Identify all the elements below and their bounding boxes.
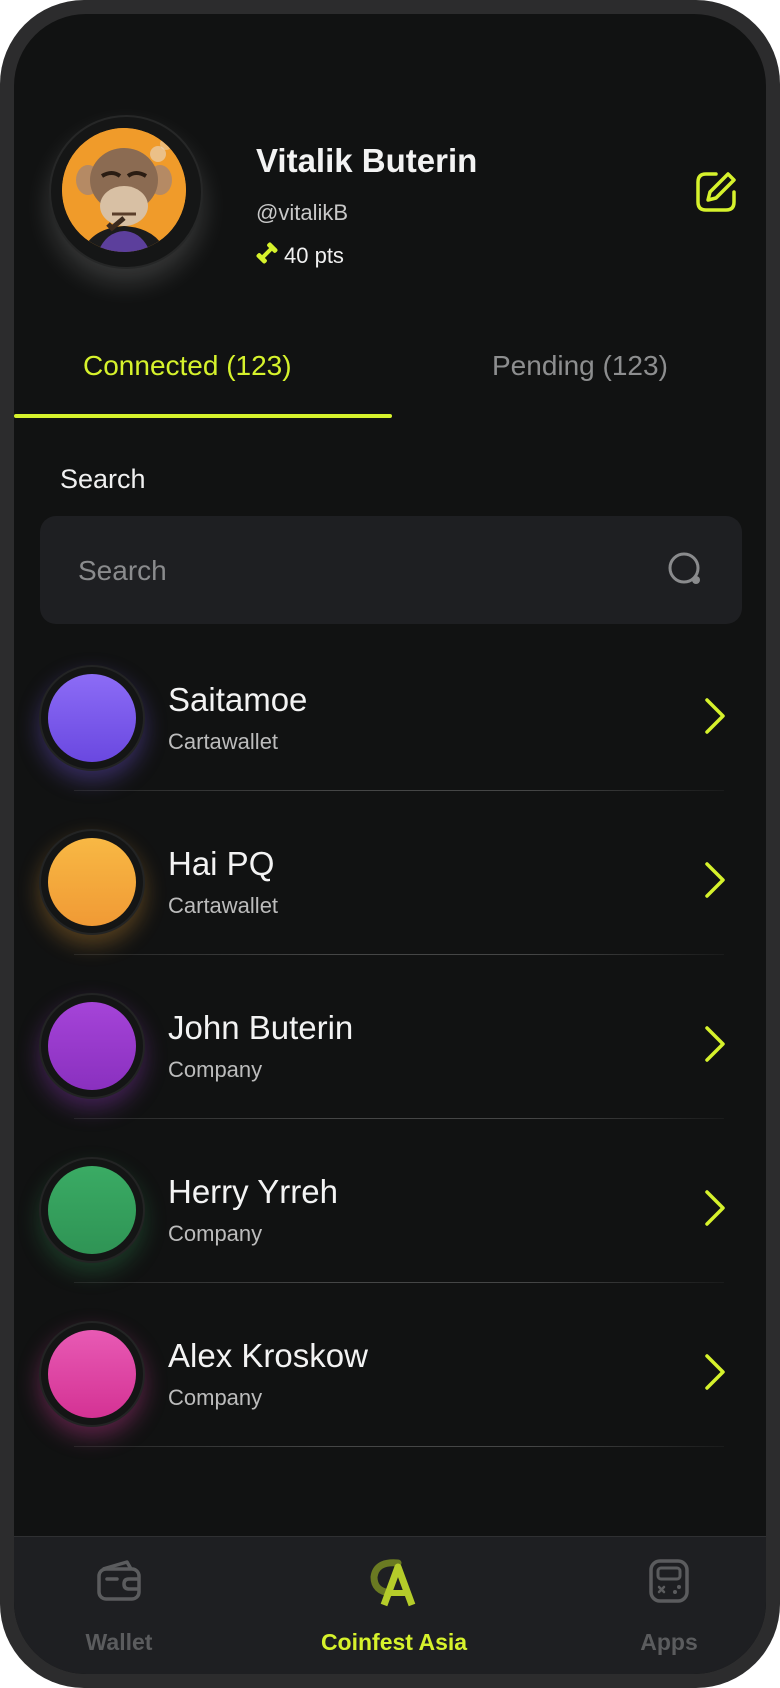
contact-company: Cartawallet <box>168 729 279 754</box>
contact-company: Company <box>168 1385 263 1410</box>
profile-name: Vitalik Buterin <box>256 142 478 179</box>
divider <box>74 1118 724 1119</box>
app-screen: Vitalik Buterin @vitalikB 40 pts Connect… <box>14 14 766 1674</box>
nav-apps[interactable]: Apps <box>594 1537 744 1674</box>
chevron-right-icon[interactable] <box>704 1353 726 1396</box>
contact-row-hai-pq[interactable]: Hai PQ Cartawallet <box>14 809 766 973</box>
contact-row-herry-yrreh[interactable]: Herry Yrreh Company <box>14 1137 766 1301</box>
contact-name: Alex Kroskow <box>168 1337 368 1374</box>
device-frame: Vitalik Buterin @vitalikB 40 pts Connect… <box>0 0 780 1688</box>
contact-name: John Buterin <box>168 1009 354 1046</box>
contact-avatar <box>39 1157 145 1263</box>
contact-avatar-dot <box>48 838 136 926</box>
wallet-icon <box>95 1557 143 1610</box>
points-display: 40 pts <box>254 240 344 272</box>
bottom-nav: Wallet Coinfest Asia Apps <box>14 1536 766 1674</box>
search-input[interactable] <box>76 546 640 596</box>
chevron-right-icon[interactable] <box>704 1189 726 1232</box>
search-icon[interactable] <box>666 550 706 595</box>
points-value: 40 pts <box>284 243 344 268</box>
chevron-right-icon[interactable] <box>704 861 726 904</box>
nav-coinfest-label: Coinfest Asia <box>320 1629 468 1655</box>
search-label: Search <box>60 464 146 494</box>
profile-handle: @vitalikB <box>256 200 349 225</box>
nav-wallet[interactable]: Wallet <box>44 1537 194 1674</box>
contact-name: Hai PQ <box>168 845 275 882</box>
contact-avatar-dot <box>48 674 136 762</box>
ape-avatar-icon <box>62 128 186 252</box>
coinfest-logo-icon <box>368 1557 420 1612</box>
divider <box>74 1282 724 1283</box>
tab-connected[interactable]: Connected (123) <box>83 350 292 382</box>
contact-avatar <box>39 665 145 771</box>
profile-avatar[interactable] <box>49 115 203 269</box>
search-bar <box>40 516 742 624</box>
active-tab-indicator <box>14 414 392 418</box>
contact-avatar-dot <box>48 1330 136 1418</box>
nav-wallet-label: Wallet <box>85 1629 153 1655</box>
contact-row-saitamoe[interactable]: Saitamoe Cartawallet <box>14 645 766 809</box>
contact-row-john-buterin[interactable]: John Buterin Company <box>14 973 766 1137</box>
contact-avatar <box>39 829 145 935</box>
chevron-right-icon[interactable] <box>704 697 726 740</box>
nav-apps-label: Apps <box>640 1629 698 1655</box>
contact-row-alex-kroskow[interactable]: Alex Kroskow Company <box>14 1301 766 1465</box>
dumbbell-icon <box>254 240 284 272</box>
contact-avatar <box>39 1321 145 1427</box>
contact-company: Cartawallet <box>168 893 279 918</box>
edit-icon <box>696 172 736 212</box>
divider <box>74 1446 724 1447</box>
contact-company: Company <box>168 1057 263 1082</box>
contact-company: Company <box>168 1221 263 1246</box>
divider <box>74 790 724 791</box>
contact-avatar <box>39 993 145 1099</box>
contact-avatar-dot <box>48 1166 136 1254</box>
chevron-right-icon[interactable] <box>704 1025 726 1068</box>
contact-name: Herry Yrreh <box>168 1173 338 1210</box>
contact-avatar-dot <box>48 1002 136 1090</box>
nav-coinfest-asia[interactable]: Coinfest Asia <box>274 1537 514 1674</box>
divider <box>74 954 724 955</box>
contact-name: Saitamoe <box>168 681 308 718</box>
edit-profile-button[interactable] <box>692 168 740 216</box>
apps-icon <box>647 1557 691 1610</box>
tab-pending[interactable]: Pending (123) <box>492 350 668 382</box>
